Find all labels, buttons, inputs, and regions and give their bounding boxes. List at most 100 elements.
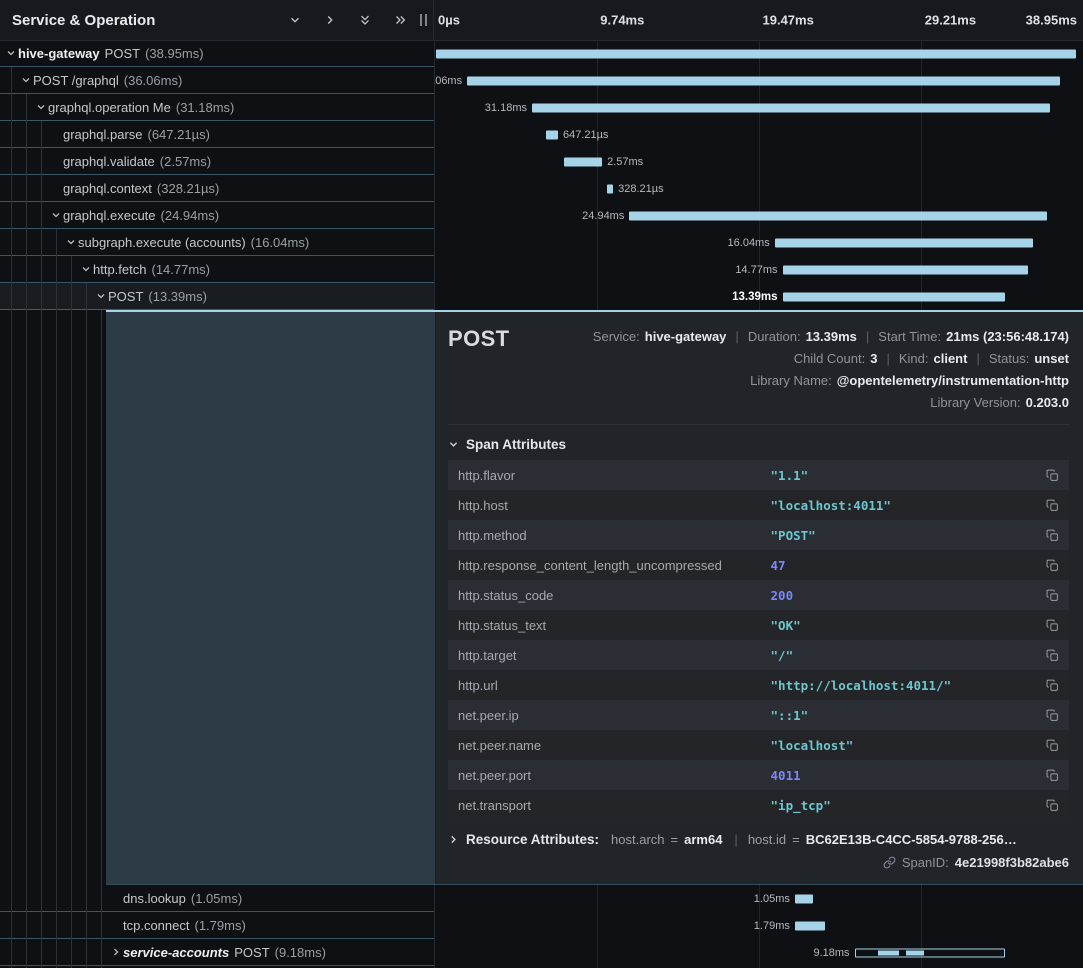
span-operation-name: graphql.context [63,181,152,196]
span-duration: (647.21µs) [148,127,210,142]
span-row[interactable]: hive-gateway POST (38.95ms) 38.95ms [0,40,1083,67]
span-timeline-cell: 1.79ms [434,912,1083,939]
attribute-value: "localhost" [771,738,1041,753]
span-row[interactable]: subgraph.execute (accounts) (16.04ms) 16… [0,229,1083,256]
attribute-key: net.peer.name [458,738,771,753]
chevrons-right-icon[interactable] [392,12,408,28]
span-duration-label: 1.05ms [749,893,795,905]
span-bar[interactable] [783,265,1028,274]
meta-line: Child Count:3|Kind:client|Status:unset [593,348,1069,370]
span-row[interactable]: POST /graphql (36.06ms) 36.06ms [0,67,1083,94]
copy-icon[interactable] [1041,589,1059,602]
copy-icon[interactable] [1041,739,1059,752]
span-bar[interactable] [467,76,1060,85]
span-timeline-cell: 36.06ms [434,67,1083,94]
span-timeline-cell: 647.21µs [434,121,1083,148]
chevron-down-icon[interactable] [94,291,108,301]
span-row[interactable]: tcp.connect (1.79ms) 1.79ms [0,912,1083,939]
attribute-row: net.transport "ip_tcp" [448,790,1069,820]
attribute-key: net.peer.ip [458,708,771,723]
copy-icon[interactable] [1041,529,1059,542]
span-detail-header: POST Service:hive-gateway|Duration:13.39… [448,326,1069,414]
span-row[interactable]: http.fetch (14.77ms) 14.77ms [0,256,1083,283]
attribute-row: net.peer.name "localhost" [448,730,1069,760]
span-duration-label: 1.79ms [749,920,795,932]
copy-icon[interactable] [1041,769,1059,782]
span-timeline-cell: 14.77ms [434,256,1083,283]
chevron-down-icon[interactable] [19,75,33,85]
copy-icon[interactable] [1041,499,1059,512]
span-row[interactable]: graphql.execute (24.94ms) 24.94ms [0,202,1083,229]
span-attributes-toggle[interactable]: Span Attributes [448,437,1069,452]
span-row[interactable]: graphql.context (328.21µs) 328.21µs [0,175,1083,202]
detail-meta-value: unset [1034,351,1069,366]
span-row-name: graphql.operation Me (31.18ms) [0,94,434,121]
detail-span-title: POST [448,326,510,352]
tree-controls [287,12,408,28]
span-operation-name: POST /graphql [33,73,119,88]
span-bar[interactable] [795,894,813,903]
resource-attributes-toggle[interactable]: Resource Attributes: [448,832,599,847]
span-bar[interactable] [564,157,602,166]
span-bar[interactable] [607,184,613,193]
span-duration-label: 647.21µs [558,129,613,141]
link-icon[interactable] [883,856,896,869]
span-duration: (24.94ms) [161,208,220,223]
span-bar[interactable] [855,948,1006,957]
detail-meta-label: Library Name: [750,373,832,388]
copy-icon[interactable] [1041,649,1059,662]
span-row[interactable]: POST (13.39ms) 13.39ms [0,283,1083,310]
span-row[interactable]: graphql.validate (2.57ms) 2.57ms [0,148,1083,175]
resource-attributes-items: host.arch=arm64|host.id=BC62E13B-C4CC-58… [601,832,1017,847]
resource-key: host.id [748,832,786,847]
span-bar[interactable] [795,921,825,930]
meta-line: Service:hive-gateway|Duration:13.39ms|St… [593,326,1069,348]
chevron-down-icon[interactable] [287,12,303,28]
attribute-value: 200 [771,588,1041,603]
attribute-row: http.target "/" [448,640,1069,670]
span-row[interactable]: dns.lookup (1.05ms) 1.05ms [0,885,1083,912]
resource-equals: = [671,832,679,847]
span-bar[interactable] [436,49,1076,58]
span-operation-name: POST [108,289,143,304]
span-bar[interactable] [783,292,1006,301]
span-bar[interactable] [546,130,558,139]
span-bar[interactable] [629,211,1047,220]
span-row-name: hive-gateway POST (38.95ms) [0,40,434,67]
span-row[interactable]: graphql.parse (647.21µs) 647.21µs [0,121,1083,148]
attribute-value: 47 [771,558,1041,573]
span-bar[interactable] [532,103,1050,112]
header-bar: Service & Operation 0µs 9.74ms 19.4 [0,0,1083,41]
span-operation-name: dns.lookup [123,891,186,906]
chevron-down-icon[interactable] [49,210,63,220]
attribute-value: "OK" [771,618,1041,633]
chevron-right-icon[interactable] [322,12,338,28]
copy-icon[interactable] [1041,709,1059,722]
attribute-value: "http://localhost:4011/" [771,678,1041,693]
detail-meta-value: 21ms (23:56:48.174) [946,329,1069,344]
meta-divider: | [735,329,738,344]
copy-icon[interactable] [1041,799,1059,812]
span-bar[interactable] [775,238,1033,247]
chevron-right-icon[interactable] [111,945,121,959]
column-resizer-handle[interactable] [420,14,427,26]
chevron-down-icon[interactable] [34,102,48,112]
copy-icon[interactable] [1041,679,1059,692]
chevrons-down-icon[interactable] [357,12,373,28]
span-row[interactable]: service-accounts POST (9.18ms) 9.18ms [0,939,1083,966]
span-row-name: subgraph.execute (accounts) (16.04ms) [0,229,434,256]
copy-icon[interactable] [1041,559,1059,572]
ruler-tick: 29.21ms [925,13,976,28]
span-operation-name: http.fetch [93,262,146,277]
copy-icon[interactable] [1041,619,1059,632]
span-row[interactable]: graphql.operation Me (31.18ms) 31.18ms [0,94,1083,121]
chevron-down-icon[interactable] [4,48,18,58]
span-operation-name: graphql.operation Me [48,100,171,115]
span-row-name: POST (13.39ms) [0,283,434,310]
span-duration-label: 24.94ms [577,210,629,222]
chevron-down-icon[interactable] [64,237,78,247]
attribute-row: http.method "POST" [448,520,1069,550]
chevron-down-icon[interactable] [79,264,93,274]
service-operation-header: Service & Operation [0,0,434,40]
copy-icon[interactable] [1041,469,1059,482]
